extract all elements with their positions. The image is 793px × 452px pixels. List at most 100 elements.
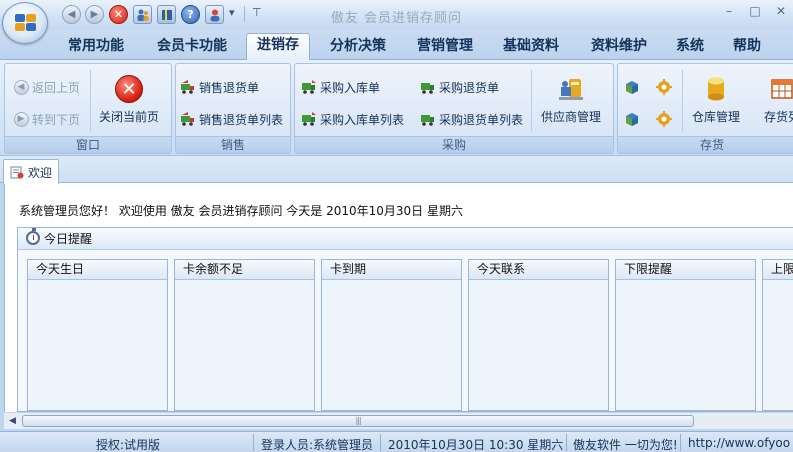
panel-upper-limit: 上限 xyxy=(762,259,793,411)
status-divider xyxy=(680,434,681,451)
scroll-left-icon[interactable]: ◀ xyxy=(9,416,16,426)
warehouse-management-label: 仓库管理 xyxy=(692,110,741,124)
app-logo-icon xyxy=(15,14,37,32)
purchase-return-label: 采购退货单 xyxy=(439,80,500,95)
purchase-return-list-label: 采购退货单列表 xyxy=(439,112,524,127)
supplier-icon xyxy=(556,74,586,104)
sales-return-label: 销售退货单 xyxy=(199,80,260,95)
panel-low-balance: 卡余额不足 xyxy=(174,259,315,411)
panel-title: 卡余额不足 xyxy=(175,260,314,280)
back-arrow-icon: ◀ xyxy=(13,79,29,95)
welcome-message: 系统管理员您好！ 欢迎使用 傲友 会员进销存顾问 今天是 2010年10月30日… xyxy=(19,204,463,218)
back-page-button[interactable]: ◀ 返回上页 xyxy=(13,76,80,98)
maximize-button[interactable]: □ xyxy=(743,2,767,20)
gear-icon xyxy=(656,79,672,95)
panel-title: 上限 xyxy=(763,260,793,280)
stock-out-button[interactable] xyxy=(624,108,643,130)
close-window-button[interactable]: ✕ xyxy=(769,2,793,20)
stock-transfer-button[interactable] xyxy=(656,76,675,98)
warehouse-management-button[interactable]: 仓库管理 xyxy=(692,74,740,125)
sales-group: 销售退货单 销售退货单列表 销售 xyxy=(175,63,291,154)
stock-list-button[interactable]: 存货列 xyxy=(764,74,793,125)
window-group: ◀ 返回上页 ▶ 转到下页 ✕ 关闭当前页 窗口 xyxy=(4,63,172,154)
tab-marketing[interactable]: 营销管理 xyxy=(406,35,484,59)
tab-welcome-label: 欢迎 xyxy=(28,165,53,180)
status-divider xyxy=(566,434,567,451)
close-current-page-button[interactable]: ✕ 关闭当前页 xyxy=(99,74,159,125)
close-current-page-label: 关闭当前页 xyxy=(99,110,160,124)
group-divider xyxy=(531,70,532,132)
tab-inventory[interactable]: 进销存 xyxy=(246,33,310,60)
sales-return-button[interactable]: 销售退货单 xyxy=(180,76,259,98)
panel-birthday: 今天生日 xyxy=(27,259,168,411)
panel-title: 今天联系 xyxy=(469,260,608,280)
stock-group-label: 存货 xyxy=(618,136,793,153)
menu-tabs: 常用功能 会员卡功能 进销存 分析决策 营销管理 基础资料 资料维护 系统 帮助 xyxy=(0,30,793,60)
status-bar: 授权:试用版 登录人员:系统管理员 2010年10月30日 10:30 星期六 … xyxy=(0,431,793,452)
forward-page-button[interactable]: ▶ 转到下页 xyxy=(13,108,80,130)
title-bar: ◀ ▶ ✕ ? ▾ ⊤ 傲友 会员进销存顾问 – □ ✕ xyxy=(0,0,793,30)
status-divider xyxy=(253,434,254,451)
purchase-inbound-list-label: 采购入库单列表 xyxy=(320,112,405,127)
app-menu-button[interactable] xyxy=(2,2,48,44)
reminder-title: 今日提醒 xyxy=(44,232,93,246)
stock-in-button[interactable] xyxy=(624,76,643,98)
box-icon xyxy=(624,111,640,127)
sales-return-list-button[interactable]: 销售退货单列表 xyxy=(180,108,283,130)
window-controls: – □ ✕ xyxy=(717,2,793,20)
tab-data-maintenance[interactable]: 资料维护 xyxy=(580,35,658,59)
ribbon: ◀ 返回上页 ▶ 转到下页 ✕ 关闭当前页 窗口 销售退货单 销售退货单列表 销… xyxy=(0,59,793,155)
purchase-inbound-list-icon xyxy=(301,111,317,127)
panel-contact-today: 今天联系 xyxy=(468,259,609,411)
sales-return-list-label: 销售退货单列表 xyxy=(199,112,284,127)
company-url[interactable]: http://www.ofyoo xyxy=(688,436,790,450)
database-icon xyxy=(701,74,731,104)
purchase-inbound-label: 采购入库单 xyxy=(320,80,381,95)
reminder-header: 今日提醒 xyxy=(18,228,793,250)
minimize-button[interactable]: – xyxy=(717,2,741,20)
gear-icon xyxy=(656,111,672,127)
panel-title: 今天生日 xyxy=(28,260,167,280)
tab-common[interactable]: 常用功能 xyxy=(58,35,134,59)
supplier-management-button[interactable]: 供应商管理 xyxy=(541,74,601,125)
table-icon xyxy=(767,74,793,104)
tab-welcome[interactable]: 欢迎 xyxy=(3,159,59,184)
panel-card-expiry: 卡到期 xyxy=(321,259,462,411)
document-tabs: 欢迎 xyxy=(0,155,793,184)
status-divider xyxy=(380,434,381,451)
purchase-return-list-button[interactable]: 采购退货单列表 xyxy=(420,108,523,130)
sales-return-icon xyxy=(180,79,196,95)
sales-return-list-icon xyxy=(180,111,196,127)
forward-page-label: 转到下页 xyxy=(32,112,81,127)
tab-analysis[interactable]: 分析决策 xyxy=(318,35,398,59)
company-slogan: 傲友软件 一切为您! xyxy=(573,438,678,452)
purchase-return-icon xyxy=(420,79,436,95)
purchase-group-label: 采购 xyxy=(295,136,613,153)
current-datetime: 2010年10月30日 10:30 星期六 xyxy=(388,438,564,452)
window-group-label: 窗口 xyxy=(5,136,171,153)
purchase-return-button[interactable]: 采购退货单 xyxy=(420,76,499,98)
group-divider xyxy=(90,70,91,132)
tab-member-card[interactable]: 会员卡功能 xyxy=(146,35,238,59)
welcome-page-icon xyxy=(9,164,25,180)
license-status: 授权:试用版 xyxy=(96,438,161,452)
stock-check-button[interactable] xyxy=(656,108,675,130)
purchase-inbound-list-button[interactable]: 采购入库单列表 xyxy=(301,108,404,130)
stock-list-label: 存货列 xyxy=(764,110,793,124)
group-divider xyxy=(682,70,683,132)
box-icon xyxy=(624,79,640,95)
sales-group-label: 销售 xyxy=(176,136,290,153)
panel-title: 下限提醒 xyxy=(616,260,755,280)
stopwatch-icon xyxy=(26,228,40,245)
login-user: 登录人员:系统管理员 xyxy=(261,438,374,452)
horizontal-scrollbar[interactable]: ◀ ||| xyxy=(4,412,793,429)
tab-system[interactable]: 系统 xyxy=(666,35,714,59)
panel-lower-limit: 下限提醒 xyxy=(615,259,756,411)
window-title: 傲友 会员进销存顾问 xyxy=(330,11,463,26)
welcome-page: 系统管理员您好！ 欢迎使用 傲友 会员进销存顾问 今天是 2010年10月30日… xyxy=(4,183,793,412)
close-red-icon: ✕ xyxy=(115,75,143,103)
scroll-thumb[interactable]: ||| xyxy=(22,415,694,427)
purchase-inbound-button[interactable]: 采购入库单 xyxy=(301,76,380,98)
tab-help[interactable]: 帮助 xyxy=(722,35,772,59)
tab-basic-data[interactable]: 基础资料 xyxy=(492,35,570,59)
